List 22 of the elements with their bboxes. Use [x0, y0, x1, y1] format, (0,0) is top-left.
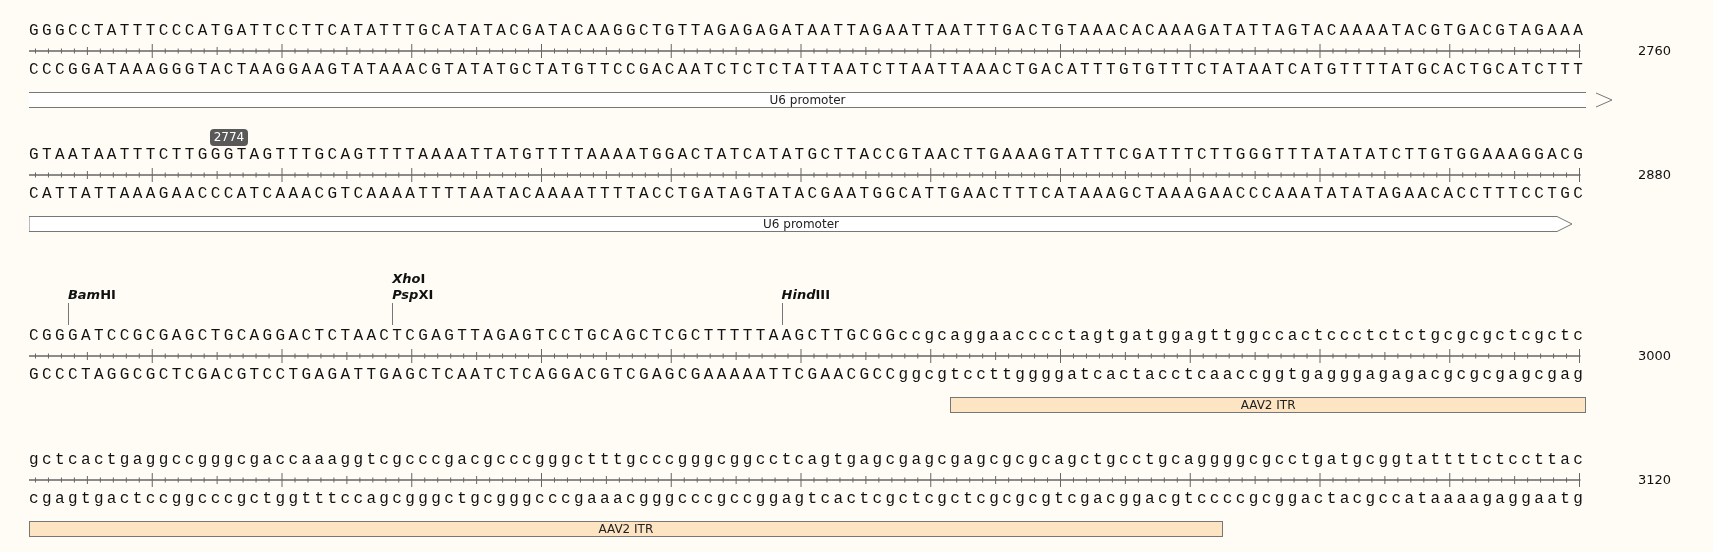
- sequence-text: CATTATTAAAGAACCCATCAAACGTCAAAATTTTAATACAAAATTTTACCTGATAGTATACGAATGGCATTGAACTTTCATAAAGCTAAAGAACCCAAATATATAGAACACCTTTCCTGC: [29, 184, 1588, 204]
- leader-line: [781, 303, 783, 325]
- enzyme-label[interactable]: PspXI: [392, 287, 434, 303]
- position-number: 2760: [1638, 42, 1672, 61]
- sequence-text: CGGGATCCGCGAGCTGCAGGACTCTAACTCGAGTTAGAGTCCTGCAGCTCGCTTTTTAAGCTTGCGGccgcaggaacccctagtgatggagttggccactccctctctgcgcgctcgctc: [29, 326, 1588, 347]
- sequence-text: cgagtgactccggcccgctggtttccagcgggctgcgggcccgaaacgggcccgccggagtcactcgctcgctcgcgcgtcgacggacgtccccgcggactacgccataaaagaggaatg: [29, 489, 1588, 509]
- sequence-text: gctcactgaggccgggcgaccaaaggtcgcccgacgcccgggctttgcccgggcggcctcagtgagcgagcgagcgcgcagctgcctgcaggggcgcctgatgcggtattttctccttac: [29, 450, 1588, 471]
- feature-bar[interactable]: AAV2 ITR: [29, 521, 1223, 537]
- enzyme-label[interactable]: BamHI: [67, 287, 116, 303]
- sequence-text: GGGCCTATTTCCCATGATTCCTTCATATTTGCATATACGATACAAGGCTGTTAGAGAGATAATTAGAATTAATTTGACTGTAAACACAAAGATATTAGTACAAAATACGTGACGTAGAAA: [29, 21, 1588, 42]
- position-number: 3000: [1638, 347, 1672, 366]
- leader-line: [392, 303, 394, 325]
- enzyme-label[interactable]: XhoI: [392, 271, 426, 287]
- enzyme-label[interactable]: HindIII: [781, 287, 830, 303]
- sequence-text: GTAATAATTTCTTGGGTAGTTTGCAGTTTTAAAATTATGTTTTAAAATGGACTATCATATGCTTACCGTAACTTGAAAGTATTTCGATTTCTTGGGTTTATATATCTTGTGGAAAGGACG: [29, 145, 1588, 166]
- feature-bar[interactable]: AAV2 ITR: [950, 397, 1586, 413]
- leader-line: [67, 303, 69, 325]
- position-number: 2880: [1638, 166, 1672, 185]
- sequence-text: GCCCTAGGCGCTCGACGTCCTGAGATTGAGCTCAATCTCAGGACGTCGAGCGAAAAATTCGAACGCCggcgtccttggggatcactacctcaaccggtgagggagagacgcgcgagcgag: [29, 365, 1588, 385]
- position-badge: 2774: [209, 129, 249, 146]
- position-number: 3120: [1638, 471, 1672, 490]
- sequence-text: CCCGGATAAAGGGTACTAAGGAAGTATAAACGTATATGCTATGTTCCGACAATCTCTCTATTAATCTTAATTAAACTGACATTTGTGTTTCTATAATCATGTTTTATGCACTGCATCTTT: [29, 60, 1588, 80]
